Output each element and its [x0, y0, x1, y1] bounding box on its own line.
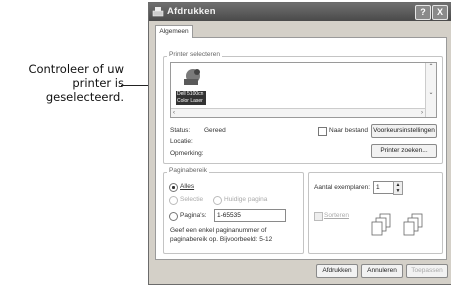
- collate-pages-icon: [371, 213, 423, 236]
- printer-icon: [152, 7, 164, 17]
- page-range-hint-2: paginabereik op. Bijvoorbeeld: 5-12: [170, 236, 273, 243]
- scroll-up-arrow-icon[interactable]: ⌃: [426, 63, 436, 70]
- page-range-label: Paginabereik: [167, 167, 209, 174]
- find-printer-button[interactable]: Printer zoeken...: [371, 144, 437, 158]
- scroll-right-arrow-icon[interactable]: ›: [421, 109, 423, 117]
- copies-label: Aantal exemplaren:: [314, 184, 371, 191]
- pages-input[interactable]: 1-65535: [214, 209, 286, 222]
- page-range-hint-1: Geef een enkel paginanummer of: [170, 227, 267, 234]
- collate-label: Sorteren: [324, 212, 349, 219]
- print-to-file-checkbox[interactable]: [318, 127, 327, 136]
- printer-name-line-1: Dell 5100cn: [177, 91, 204, 97]
- radio-all[interactable]: [169, 183, 178, 192]
- radio-pages[interactable]: [169, 212, 178, 221]
- close-button[interactable]: X: [432, 5, 448, 20]
- help-button[interactable]: ?: [415, 5, 431, 20]
- preferences-button[interactable]: Voorkeursinstellingen: [371, 124, 437, 138]
- callout-line-3: geselecteerd.: [45, 90, 124, 104]
- printer-select-label: Printer selecteren: [167, 51, 222, 58]
- radio-all-label: Alles: [180, 183, 195, 190]
- printer-item-selected[interactable]: Dell 5100cn Color Laser: [176, 91, 206, 105]
- horizontal-scrollbar[interactable]: ‹ ›: [171, 108, 425, 117]
- scroll-left-arrow-icon[interactable]: ‹: [173, 109, 175, 117]
- printer-list[interactable]: Dell 5100cn Color Laser ⌃ ⌄ ‹ ›: [170, 62, 437, 118]
- callout-line-1: Controleer of uw: [28, 62, 124, 76]
- print-to-file-label: Naar bestand: [329, 127, 369, 134]
- callout-line-2: printer is: [72, 76, 124, 90]
- status-value: Gereed: [204, 127, 226, 134]
- radio-current-page-label: Huidige pagina: [224, 196, 268, 203]
- tab-general[interactable]: Algemeen: [155, 25, 193, 38]
- window-title: Afdrukken: [167, 6, 216, 17]
- apply-button[interactable]: Toepassen: [406, 264, 448, 278]
- title-bar[interactable]: Afdrukken ? X: [149, 3, 451, 21]
- radio-pages-label: Pagina's:: [180, 212, 207, 219]
- comment-label: Opmerking:: [170, 150, 204, 157]
- copies-spinner[interactable]: ▲ ▼: [393, 181, 403, 195]
- scroll-down-arrow-icon[interactable]: ⌄: [426, 89, 436, 96]
- collate-checkbox[interactable]: [314, 212, 323, 221]
- spin-down-icon[interactable]: ▼: [394, 188, 402, 194]
- printer-name-line-2: Color Laser: [177, 98, 203, 104]
- status-label: Status:: [170, 127, 191, 134]
- location-label: Locatie:: [170, 138, 193, 145]
- vertical-scrollbar[interactable]: ⌃ ⌄: [425, 63, 436, 117]
- cancel-button[interactable]: Annuleren: [361, 264, 403, 278]
- radio-selection-label: Selectie: [180, 196, 204, 203]
- radio-current-page[interactable]: [213, 196, 222, 205]
- radio-selection[interactable]: [169, 196, 178, 205]
- print-button[interactable]: Afdrukken: [316, 264, 358, 278]
- copies-input[interactable]: 1: [373, 181, 395, 194]
- callout-text: Controleer of uw printer is geselecteerd…: [6, 62, 124, 104]
- printer-device-icon: [184, 69, 200, 85]
